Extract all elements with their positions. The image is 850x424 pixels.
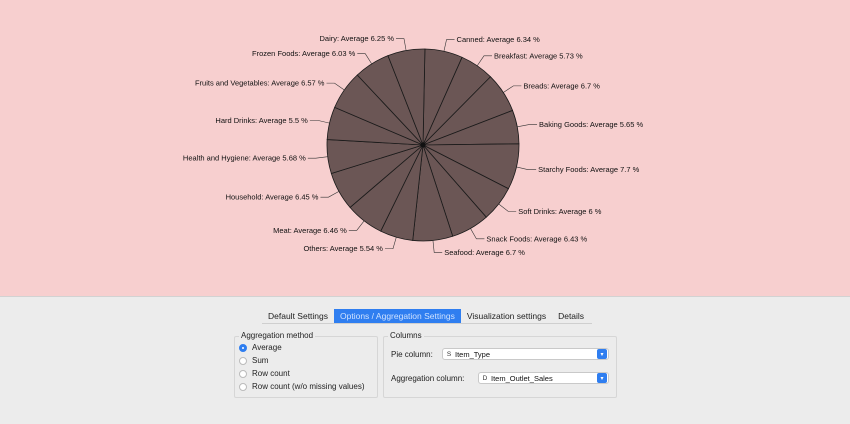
- pie-slice-label: Others: Average 5.54 %: [303, 244, 383, 253]
- pie-label-leader: [498, 203, 517, 212]
- pie-column-select[interactable]: S Item_Type ▾: [442, 348, 609, 360]
- radio-label: Sum: [252, 356, 269, 365]
- pie-slice-label: Health and Hygiene: Average 5.68 %: [183, 154, 306, 163]
- aggregation-column-label: Aggregation column:: [391, 374, 465, 383]
- tab-divider: [262, 323, 592, 324]
- string-type-icon: S: [446, 350, 452, 358]
- tab-default-settings[interactable]: Default Settings: [262, 309, 334, 323]
- pie-chart: Canned: Average 6.34 % Breakfast: Average…: [183, 34, 644, 257]
- aggregation-method-group: Aggregation method Average Sum Row count…: [234, 331, 378, 398]
- double-type-icon: D: [482, 374, 488, 382]
- radio-icon[interactable]: [239, 369, 247, 378]
- pie-label-leader: [470, 228, 485, 240]
- columns-group: Columns Pie column: S Item_Type ▾ Aggreg…: [383, 331, 617, 398]
- pie-center-dot: [420, 142, 426, 148]
- pie-slice-label: Hard Drinks: Average 5.5 %: [215, 116, 308, 125]
- pie-slice-label: Breakfast: Average 5.73 %: [494, 51, 583, 60]
- tab-options[interactable]: Options / Aggregation Settings: [334, 309, 461, 323]
- pie-label-leader: [432, 240, 443, 253]
- pie-slice-label: Breads: Average 6.7 %: [523, 81, 600, 90]
- pie-column-label: Pie column:: [391, 350, 433, 359]
- tab-details[interactable]: Details: [552, 309, 590, 323]
- pie-slice-label: Household: Average 6.45 %: [226, 193, 319, 202]
- radio-label: Row count: [252, 369, 290, 378]
- pie-slice-label: Frozen Foods: Average 6.03 %: [252, 49, 356, 58]
- radio-icon[interactable]: [239, 356, 247, 365]
- pie-label-leader: [503, 85, 522, 93]
- radio-selected-icon[interactable]: [239, 343, 247, 352]
- radio-sum[interactable]: Sum: [239, 356, 268, 365]
- pie-label-leader: [384, 237, 397, 250]
- pie-label-leader: [348, 220, 365, 231]
- dropdown-arrow-icon[interactable]: ▾: [597, 373, 607, 383]
- pie-label-leader: [309, 120, 330, 124]
- radio-label: Row count (w/o missing values): [252, 382, 365, 391]
- radio-row-count[interactable]: Row count: [239, 369, 290, 378]
- pie-label-leader: [476, 55, 492, 66]
- radio-row-count-no-missing[interactable]: Row count (w/o missing values): [239, 382, 364, 391]
- aggregation-method-title: Aggregation method: [239, 331, 316, 340]
- pie-label-leader: [443, 39, 455, 52]
- dropdown-arrow-icon[interactable]: ▾: [597, 349, 607, 359]
- pie-chart-view: Canned: Average 6.34 % Breakfast: Average…: [0, 0, 850, 296]
- pie-slice-label: Snack Foods: Average 6.43 %: [486, 234, 587, 243]
- aggregation-column-value: Item_Outlet_Sales: [491, 373, 553, 383]
- pie-slice-label: Canned: Average 6.34 %: [457, 35, 541, 44]
- pie-label-leader: [517, 124, 538, 128]
- radio-label: Average: [252, 343, 282, 352]
- settings-panel: Default Settings Options / Aggregation S…: [0, 296, 850, 424]
- pie-column-value: Item_Type: [455, 349, 491, 359]
- columns-title: Columns: [388, 331, 424, 340]
- pie-slice-label: Fruits and Vegetables: Average 6.57 %: [195, 79, 325, 88]
- pie-label-leader: [357, 53, 372, 65]
- pie-slice-label: Starchy Foods: Average 7.7 %: [538, 165, 640, 174]
- pie-label-leader: [326, 82, 345, 91]
- tab-bar: Default Settings Options / Aggregation S…: [262, 309, 590, 323]
- pie-label-leader: [396, 38, 407, 51]
- radio-average[interactable]: Average: [239, 343, 282, 352]
- radio-icon[interactable]: [239, 382, 247, 391]
- aggregation-column-select[interactable]: D Item_Outlet_Sales ▾: [478, 372, 609, 384]
- pie-slice-label: Baking Goods: Average 5.65 %: [539, 120, 643, 129]
- pie-label-leader: [320, 191, 340, 198]
- pie-label-leader: [307, 156, 328, 159]
- tab-visualization-settings[interactable]: Visualization settings: [461, 309, 552, 323]
- pie-slice-label: Soft Drinks: Average 6 %: [518, 207, 602, 216]
- pie-label-leader: [516, 166, 537, 170]
- pie-slice-label: Meat: Average 6.46 %: [273, 226, 347, 235]
- pie-slice-label: Seafood: Average 6.7 %: [444, 248, 525, 257]
- pie-slice-label: Dairy: Average 6.25 %: [320, 34, 395, 43]
